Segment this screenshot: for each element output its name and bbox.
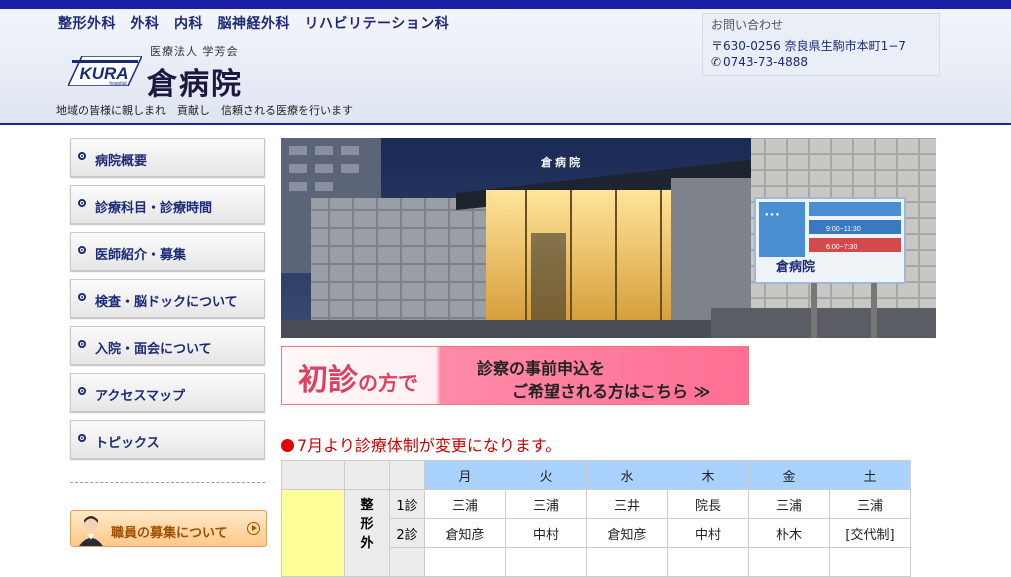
- bullet-icon: [78, 293, 86, 301]
- contact-address: 〒630-0256 奈良県生駒市本町1−7: [711, 37, 906, 54]
- doctor-cell: [505, 547, 587, 577]
- table-row: 整形外 1診 三浦 三浦 三井 院長 三浦 三浦: [281, 489, 911, 577]
- contact-phone: ✆ 0743-73-4888: [711, 55, 808, 69]
- sidebar-item-doctors[interactable]: 医師紹介・募集: [70, 232, 265, 271]
- header-blank: [281, 460, 345, 490]
- bullet-icon: [78, 387, 86, 395]
- schedule-table: 月 火 水 木 金 土 整形外 1診 三浦 三浦 三井 院長 三浦 三浦 2診 …: [281, 460, 911, 577]
- doctor-cell: 三浦: [829, 489, 911, 519]
- doctor-cell: [424, 547, 506, 577]
- doctor-cell: 倉知彦: [424, 518, 506, 548]
- banner-line-1: 診察の事前申込を: [477, 359, 606, 378]
- contact-title: お問い合わせ: [711, 18, 784, 32]
- doctor-cell: [748, 547, 830, 577]
- sidebar-item-label: トピックス: [95, 436, 160, 451]
- kura-logo-icon[interactable]: KURA hospital: [68, 56, 142, 86]
- doctor-cell: [667, 547, 749, 577]
- header-blank: [389, 460, 425, 490]
- phone-text: 0743-73-4888: [723, 55, 809, 69]
- sidebar-item-label: 入院・面会について: [95, 342, 212, 357]
- bullet-icon: [78, 434, 86, 442]
- play-arrow-icon: [247, 522, 260, 535]
- bullet-icon: [78, 246, 86, 254]
- bullet-icon: [78, 340, 86, 348]
- address-icon: 〒: [711, 39, 724, 53]
- department-label: 整形外: [360, 498, 374, 551]
- slot-label: 2診: [389, 518, 425, 548]
- sidebar-item-label: 病院概要: [95, 154, 148, 169]
- doctor-cell: [586, 547, 668, 577]
- day-thu: 木: [667, 460, 749, 490]
- top-accent-bar: [0, 0, 1011, 9]
- hospital-building-photo: 倉 病 院 ● ● ● 9:00~11:30 6:00~7:30 倉病院: [281, 138, 936, 338]
- slot-label-empty: [389, 547, 425, 577]
- sidebar-item-label: アクセスマップ: [95, 389, 185, 404]
- sidebar-item-checkup[interactable]: 検査・脳ドックについて: [70, 279, 265, 318]
- doctor-cell: 三浦: [424, 489, 506, 519]
- svg-text:● ● ●: ● ● ●: [765, 212, 780, 218]
- day-tue: 火: [505, 460, 587, 490]
- sidebar-item-label: 医師紹介・募集: [95, 248, 187, 263]
- red-dot-icon: [281, 439, 294, 452]
- sidebar-item-departments-hours[interactable]: 診療科目・診療時間: [70, 185, 265, 224]
- recruit-button[interactable]: 職員の募集について: [70, 510, 267, 547]
- board-hours-2: 6:00~7:30: [826, 244, 857, 251]
- facade-sign-text: 倉 病 院: [540, 155, 580, 169]
- header-blank: [344, 460, 390, 490]
- hospital-name[interactable]: 倉病院: [147, 59, 243, 103]
- tagline: 地域の皆様に親しまれ 貢献し 信頼される医療を行います: [56, 104, 353, 117]
- doctor-cell: 倉知彦: [586, 518, 668, 548]
- staff-avatar-icon: [79, 516, 103, 546]
- board-title: 倉病院: [775, 259, 815, 275]
- sidebar-divider: [70, 482, 265, 483]
- first-visit-banner[interactable]: 初診の方で 診察の事前申込を ご希望される方はこちら ≫: [281, 346, 749, 405]
- category-cell: [281, 489, 345, 577]
- sidebar-item-label: 診療科目・診療時間: [95, 201, 213, 216]
- doctor-cell: [交代制]: [829, 518, 911, 548]
- day-sat: 土: [829, 460, 911, 490]
- address-text: 630-0256 奈良県生駒市本町1−7: [723, 39, 906, 53]
- sidebar-item-topics[interactable]: トピックス: [70, 420, 265, 459]
- doctor-cell: [829, 547, 911, 577]
- doctor-cell: 三浦: [505, 489, 587, 519]
- notice-text: 7月より診療体制が変更になります。: [297, 436, 562, 455]
- sidebar-item-label: 検査・脳ドックについて: [95, 295, 238, 310]
- doctor-cell: 中村: [667, 518, 749, 548]
- banner-first-visit-small: の方で: [358, 371, 418, 395]
- department-list: 整形外科 外科 内科 脳神経外科 リハビリテーション科: [58, 16, 450, 32]
- phone-icon: ✆: [711, 55, 722, 69]
- doctor-cell: 朴木: [748, 518, 830, 548]
- day-mon: 月: [424, 460, 506, 490]
- doctor-cell: 三井: [586, 489, 668, 519]
- slot-label: 1診: [389, 489, 425, 519]
- banner-first-visit: 初診の方で: [298, 355, 418, 399]
- bullet-icon: [78, 199, 86, 207]
- banner-line-2: ご希望される方はこちら ≫: [512, 382, 711, 401]
- bullet-icon: [78, 152, 86, 160]
- banner-first-visit-big: 初診: [298, 363, 358, 398]
- site-header: 整形外科 外科 内科 脳神経外科 リハビリテーション科 KURA hospita…: [0, 9, 1011, 125]
- sidebar-item-overview[interactable]: 病院概要: [70, 138, 265, 177]
- logo-sub: hospital: [109, 81, 126, 86]
- notice-heading: 7月より診療体制が変更になります。: [281, 432, 561, 456]
- recruit-label: 職員の募集について: [111, 526, 228, 541]
- department-cell: 整形外: [344, 489, 390, 577]
- corporation-name: 医療法人 学芳会: [150, 45, 239, 58]
- sidebar-nav: 病院概要 診療科目・診療時間 医師紹介・募集 検査・脳ドックについて 入院・面会…: [70, 138, 265, 467]
- board-hours-1: 9:00~11:30: [826, 226, 861, 233]
- sidebar-item-access-map[interactable]: アクセスマップ: [70, 373, 265, 412]
- doctor-cell: 院長: [667, 489, 749, 519]
- doctor-cell: 三浦: [748, 489, 830, 519]
- schedule-header-row: 月 火 水 木 金 土: [281, 460, 911, 490]
- contact-box: お問い合わせ 〒630-0256 奈良県生駒市本町1−7 ✆ 0743-73-48…: [702, 13, 940, 76]
- day-wed: 水: [586, 460, 668, 490]
- sidebar-item-admission[interactable]: 入院・面会について: [70, 326, 265, 365]
- doctor-cell: 中村: [505, 518, 587, 548]
- day-fri: 金: [748, 460, 830, 490]
